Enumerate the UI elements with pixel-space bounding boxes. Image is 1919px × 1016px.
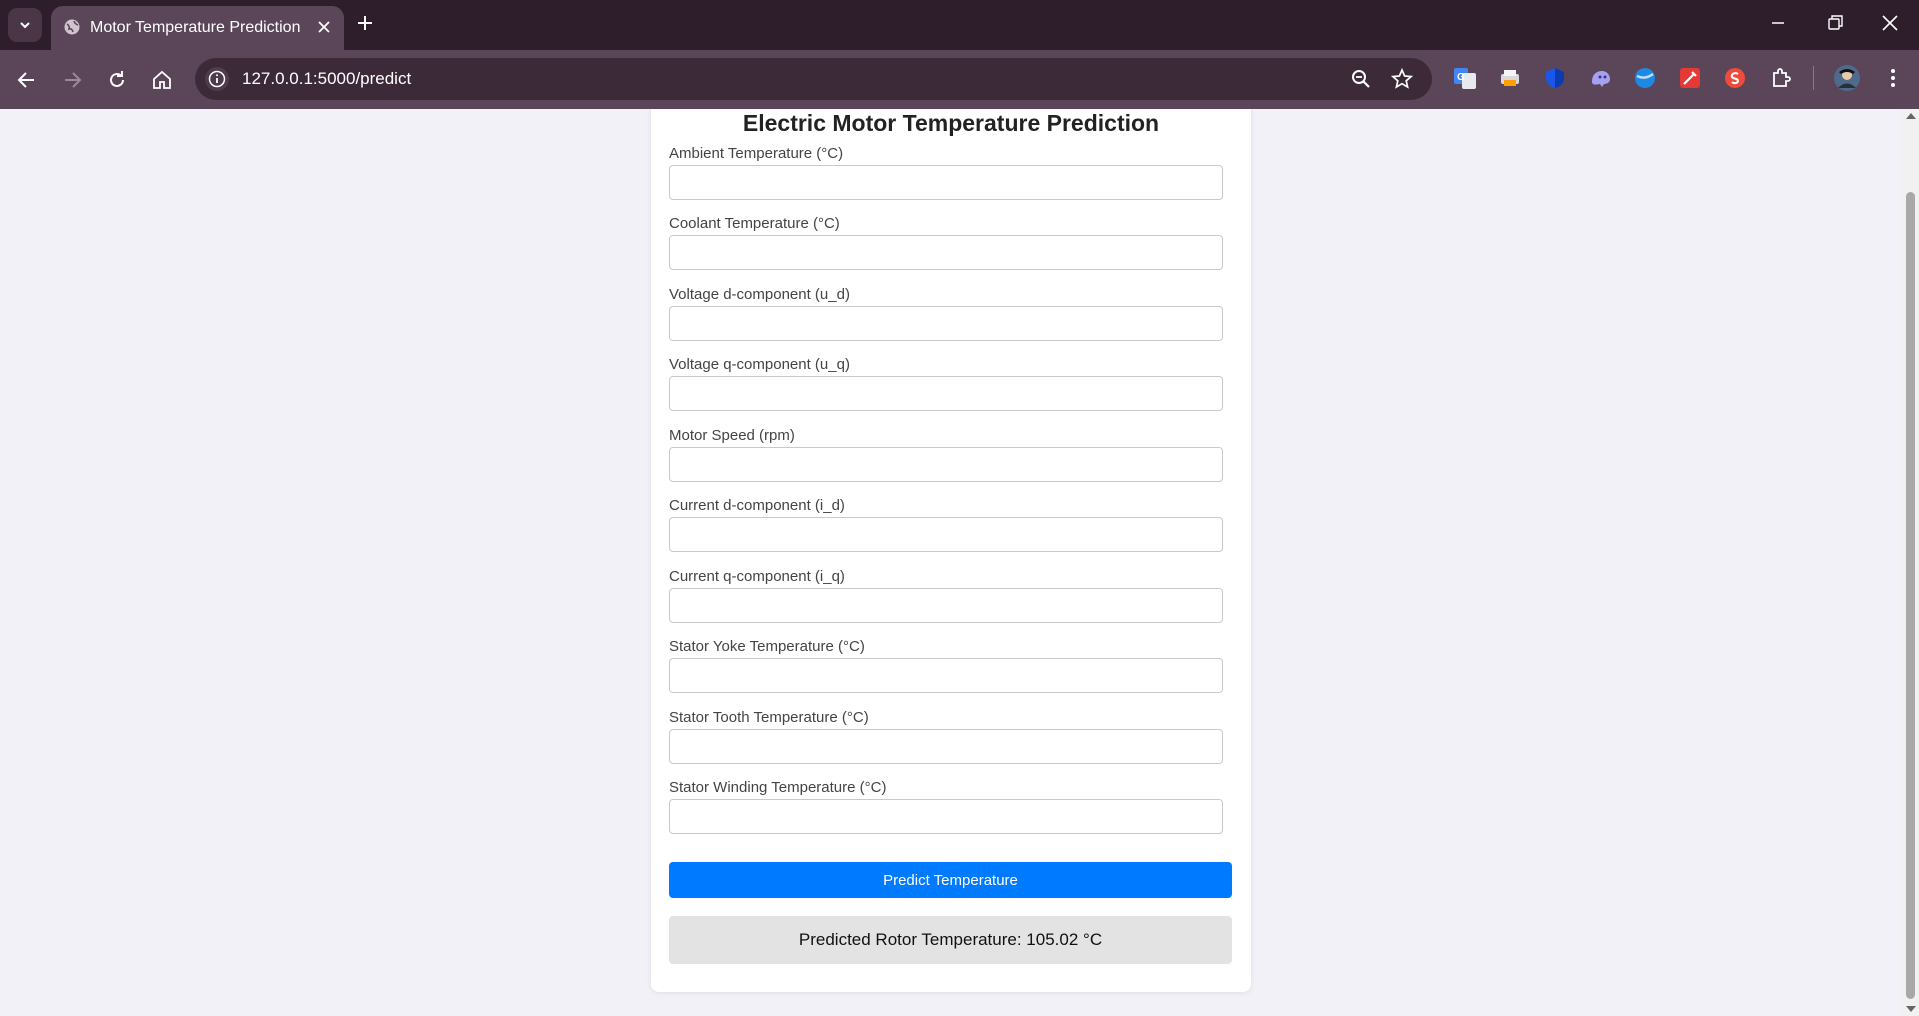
toolbar-divider	[1813, 66, 1814, 90]
chevron-down-icon	[20, 22, 30, 29]
stator-winding-input[interactable]	[669, 799, 1223, 834]
scrollbar-thumb[interactable]	[1906, 192, 1915, 999]
address-bar[interactable]: 127.0.0.1:5000/predict	[195, 58, 1432, 100]
url-text: 127.0.0.1:5000/predict	[242, 69, 412, 88]
info-icon	[208, 70, 226, 88]
tab-title: Motor Temperature Prediction	[90, 19, 301, 36]
coolant-temperature-input[interactable]	[669, 235, 1223, 270]
current-q-label: Current q-component (i_q)	[669, 568, 845, 585]
svelte-extension-icon[interactable]	[1723, 66, 1747, 90]
current-d-input[interactable]	[669, 517, 1223, 552]
motor-speed-label: Motor Speed (rpm)	[669, 427, 795, 444]
voltage-d-input[interactable]	[669, 306, 1223, 341]
globe-extension-icon[interactable]	[1633, 66, 1657, 90]
page-viewport: Electric Motor Temperature Prediction Am…	[0, 109, 1902, 1016]
color-picker-extension-icon[interactable]	[1678, 66, 1702, 90]
site-info-button[interactable]	[205, 67, 229, 91]
extensions-puzzle-icon[interactable]	[1769, 66, 1793, 90]
ambient-temperature-input[interactable]	[669, 165, 1223, 200]
profile-avatar[interactable]	[1833, 64, 1861, 92]
svg-text:G: G	[1457, 72, 1465, 83]
back-icon[interactable]	[16, 69, 38, 91]
coolant-temperature-label: Coolant Temperature (°C)	[669, 215, 840, 232]
new-tab-plus-icon[interactable]	[355, 13, 375, 33]
minimize-icon[interactable]	[1770, 13, 1786, 33]
voltage-q-label: Voltage q-component (u_q)	[669, 356, 850, 373]
voltage-d-label: Voltage d-component (u_d)	[669, 286, 850, 303]
close-window-icon[interactable]	[1881, 13, 1899, 33]
reload-icon[interactable]	[106, 69, 128, 91]
stator-winding-label: Stator Winding Temperature (°C)	[669, 779, 887, 796]
google-translate-icon[interactable]: G	[1453, 66, 1477, 90]
ambient-temperature-label: Ambient Temperature (°C)	[669, 145, 844, 162]
stator-tooth-label: Stator Tooth Temperature (°C)	[669, 709, 869, 726]
prediction-result: Predicted Rotor Temperature: 105.02 °C	[669, 916, 1232, 964]
scroll-down-arrow-icon[interactable]	[1906, 1006, 1916, 1012]
stator-tooth-input[interactable]	[669, 729, 1223, 764]
shield-extension-icon[interactable]	[1543, 66, 1567, 90]
page-title: Electric Motor Temperature Prediction	[742, 110, 1160, 136]
printer-extension-icon[interactable]	[1498, 66, 1522, 90]
active-tab[interactable]: Motor Temperature Prediction	[51, 6, 344, 50]
stator-yoke-label: Stator Yoke Temperature (°C)	[669, 638, 865, 655]
predict-temperature-button[interactable]: Predict Temperature	[669, 862, 1232, 898]
close-tab-icon[interactable]	[316, 19, 332, 35]
prediction-form-card: Electric Motor Temperature Prediction Am…	[651, 109, 1251, 992]
voltage-q-input[interactable]	[669, 376, 1223, 411]
tab-strip: Motor Temperature Prediction	[0, 0, 1919, 50]
menu-icon[interactable]	[1883, 66, 1903, 90]
ghost-extension-icon[interactable]	[1588, 66, 1612, 90]
current-q-input[interactable]	[669, 588, 1223, 623]
motor-speed-input[interactable]	[669, 447, 1223, 482]
scroll-up-arrow-icon[interactable]	[1906, 113, 1916, 119]
globe-icon	[64, 19, 80, 35]
zoom-icon[interactable]	[1350, 68, 1372, 90]
stator-yoke-input[interactable]	[669, 658, 1223, 693]
current-d-label: Current d-component (i_d)	[669, 497, 845, 514]
page-scrollbar[interactable]	[1902, 109, 1919, 1016]
restore-icon[interactable]	[1826, 13, 1844, 33]
forward-icon[interactable]	[61, 69, 83, 91]
star-icon[interactable]	[1391, 68, 1413, 90]
tab-search-button[interactable]	[8, 8, 42, 42]
home-icon[interactable]	[151, 69, 173, 91]
